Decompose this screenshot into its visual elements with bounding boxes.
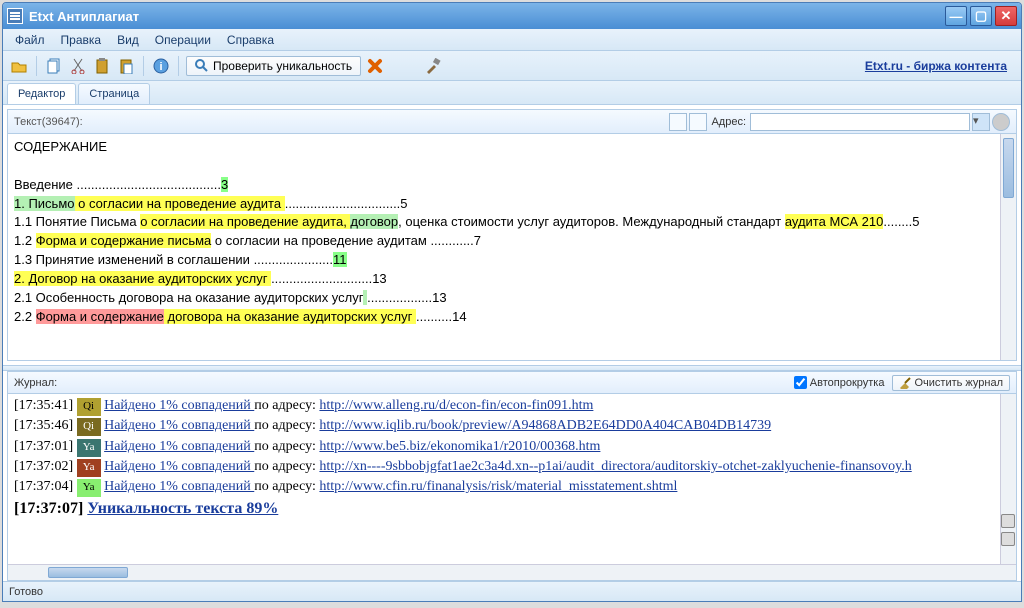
minimize-button[interactable]: — — [945, 6, 967, 26]
match-url[interactable]: http://www.be5.biz/ekonomika1/r2010/0036… — [319, 439, 600, 454]
engine-badge: Ya — [77, 439, 101, 457]
log-body: [17:35:41] Qi Найдено 1% совпадений по а… — [8, 394, 1016, 564]
log-title: Журнал: — [14, 377, 57, 389]
found-link[interactable]: Найдено 1% совпадений — [104, 459, 254, 474]
autoscroll-checkbox[interactable]: Автопрокрутка — [794, 376, 885, 389]
info-icon[interactable]: i — [151, 56, 171, 76]
log-time: [17:35:41] — [14, 398, 73, 413]
check-uniqueness-button[interactable]: Проверить уникальность — [186, 56, 361, 76]
open-icon[interactable] — [9, 56, 29, 76]
svg-text:i: i — [159, 61, 162, 73]
log-row: [17:35:46] Qi Найдено 1% совпадений по а… — [14, 416, 1010, 436]
log-row: [17:37:01] Ya Найдено 1% совпадений по а… — [14, 437, 1010, 457]
address-input[interactable] — [750, 113, 970, 131]
hammer-icon[interactable] — [423, 56, 443, 76]
menu-help[interactable]: Справка — [219, 31, 282, 49]
close-button[interactable]: ✕ — [995, 6, 1017, 26]
tab-page[interactable]: Страница — [78, 83, 150, 104]
broom-icon — [899, 377, 911, 389]
paste-icon[interactable] — [92, 56, 112, 76]
log-tool1-icon[interactable] — [1001, 514, 1015, 528]
go-dropdown-button[interactable]: ▾ — [972, 113, 990, 131]
tabs: Редактор Страница — [3, 81, 1021, 105]
editor-body: СОДЕРЖАНИЕ Введение ....................… — [8, 134, 1016, 360]
doc-heading: СОДЕРЖАНИЕ — [14, 139, 107, 154]
copy-icon[interactable] — [44, 56, 64, 76]
found-link[interactable]: Найдено 1% совпадений — [104, 479, 254, 494]
maximize-button[interactable]: ▢ — [970, 6, 992, 26]
match-url[interactable]: http://www.alleng.ru/d/econ-fin/econ-fin… — [319, 398, 593, 413]
menu-file[interactable]: Файл — [7, 31, 53, 49]
app-window: Etxt Антиплагиат — ▢ ✕ Файл Правка Вид О… — [2, 2, 1022, 602]
match-url[interactable]: http://www.iqlib.ru/book/preview/A94868A… — [319, 418, 771, 433]
found-link[interactable]: Найдено 1% совпадений — [104, 398, 254, 413]
log-panel: Журнал: Автопрокрутка Очистить журнал [1… — [7, 371, 1017, 581]
toolbar: i Проверить уникальность Etxt.ru - биржа… — [3, 51, 1021, 81]
cut-icon[interactable] — [68, 56, 88, 76]
titlebar: Etxt Антиплагиат — ▢ ✕ — [3, 3, 1021, 29]
log-row: [17:37:02] Ya Найдено 1% совпадений по а… — [14, 457, 1010, 477]
view-mode2-button[interactable] — [689, 113, 707, 131]
match-url[interactable]: http://xn----9sbbobjgfat1ae2c3a4d.xn--p1… — [319, 459, 911, 474]
found-link[interactable]: Найдено 1% совпадений — [104, 439, 254, 454]
statusbar: Готово — [3, 581, 1021, 601]
status-text: Готово — [9, 586, 43, 598]
engine-badge: Qi — [77, 398, 101, 416]
tab-editor[interactable]: Редактор — [7, 83, 76, 104]
paste2-icon[interactable] — [116, 56, 136, 76]
uniqueness-result: [17:37:07] Уникальность текста 89% — [14, 497, 1010, 520]
log-header: Журнал: Автопрокрутка Очистить журнал — [8, 372, 1016, 394]
cancel-icon[interactable] — [365, 56, 385, 76]
log-time: [17:37:02] — [14, 459, 73, 474]
check-label: Проверить уникальность — [213, 59, 352, 73]
app-icon — [7, 8, 23, 24]
engine-badge: Ya — [77, 459, 101, 477]
clear-log-button[interactable]: Очистить журнал — [892, 375, 1010, 391]
log-tool2-icon[interactable] — [1001, 532, 1015, 546]
editor-panel: Текст(39647): Адрес: ▾ СОДЕРЖАНИЕ Введен… — [7, 109, 1017, 361]
menu-edit[interactable]: Правка — [53, 31, 110, 49]
text-count-label: Текст(39647): — [14, 116, 83, 128]
etxt-link[interactable]: Etxt.ru - биржа контента — [865, 59, 1007, 73]
window-title: Etxt Антиплагиат — [29, 9, 139, 24]
menu-ops[interactable]: Операции — [147, 31, 219, 49]
log-time: [17:37:04] — [14, 479, 73, 494]
editor-text[interactable]: СОДЕРЖАНИЕ Введение ....................… — [8, 134, 1016, 330]
menu-view[interactable]: Вид — [109, 31, 147, 49]
menubar: Файл Правка Вид Операции Справка — [3, 29, 1021, 51]
log-time: [17:35:46] — [14, 418, 73, 433]
found-link[interactable]: Найдено 1% совпадений — [104, 418, 254, 433]
editor-toolbar: Текст(39647): Адрес: ▾ — [8, 110, 1016, 134]
match-url[interactable]: http://www.cfin.ru/finanalysis/risk/mate… — [319, 479, 677, 494]
uniqueness-link[interactable]: Уникальность текста 89% — [87, 500, 278, 517]
view-mode1-button[interactable] — [669, 113, 687, 131]
engine-badge: Ya — [77, 479, 101, 497]
log-row: [17:37:04] Ya Найдено 1% совпадений по а… — [14, 477, 1010, 497]
log-hscrollbar[interactable] — [8, 564, 1016, 580]
log-row: [17:35:41] Qi Найдено 1% совпадений по а… — [14, 396, 1010, 416]
address-label: Адрес: — [711, 116, 746, 128]
stop-button[interactable] — [992, 113, 1010, 131]
engine-badge: Qi — [77, 418, 101, 436]
log-time: [17:37:01] — [14, 439, 73, 454]
magnifier-icon — [195, 59, 209, 73]
editor-scrollbar[interactable] — [1000, 134, 1016, 360]
